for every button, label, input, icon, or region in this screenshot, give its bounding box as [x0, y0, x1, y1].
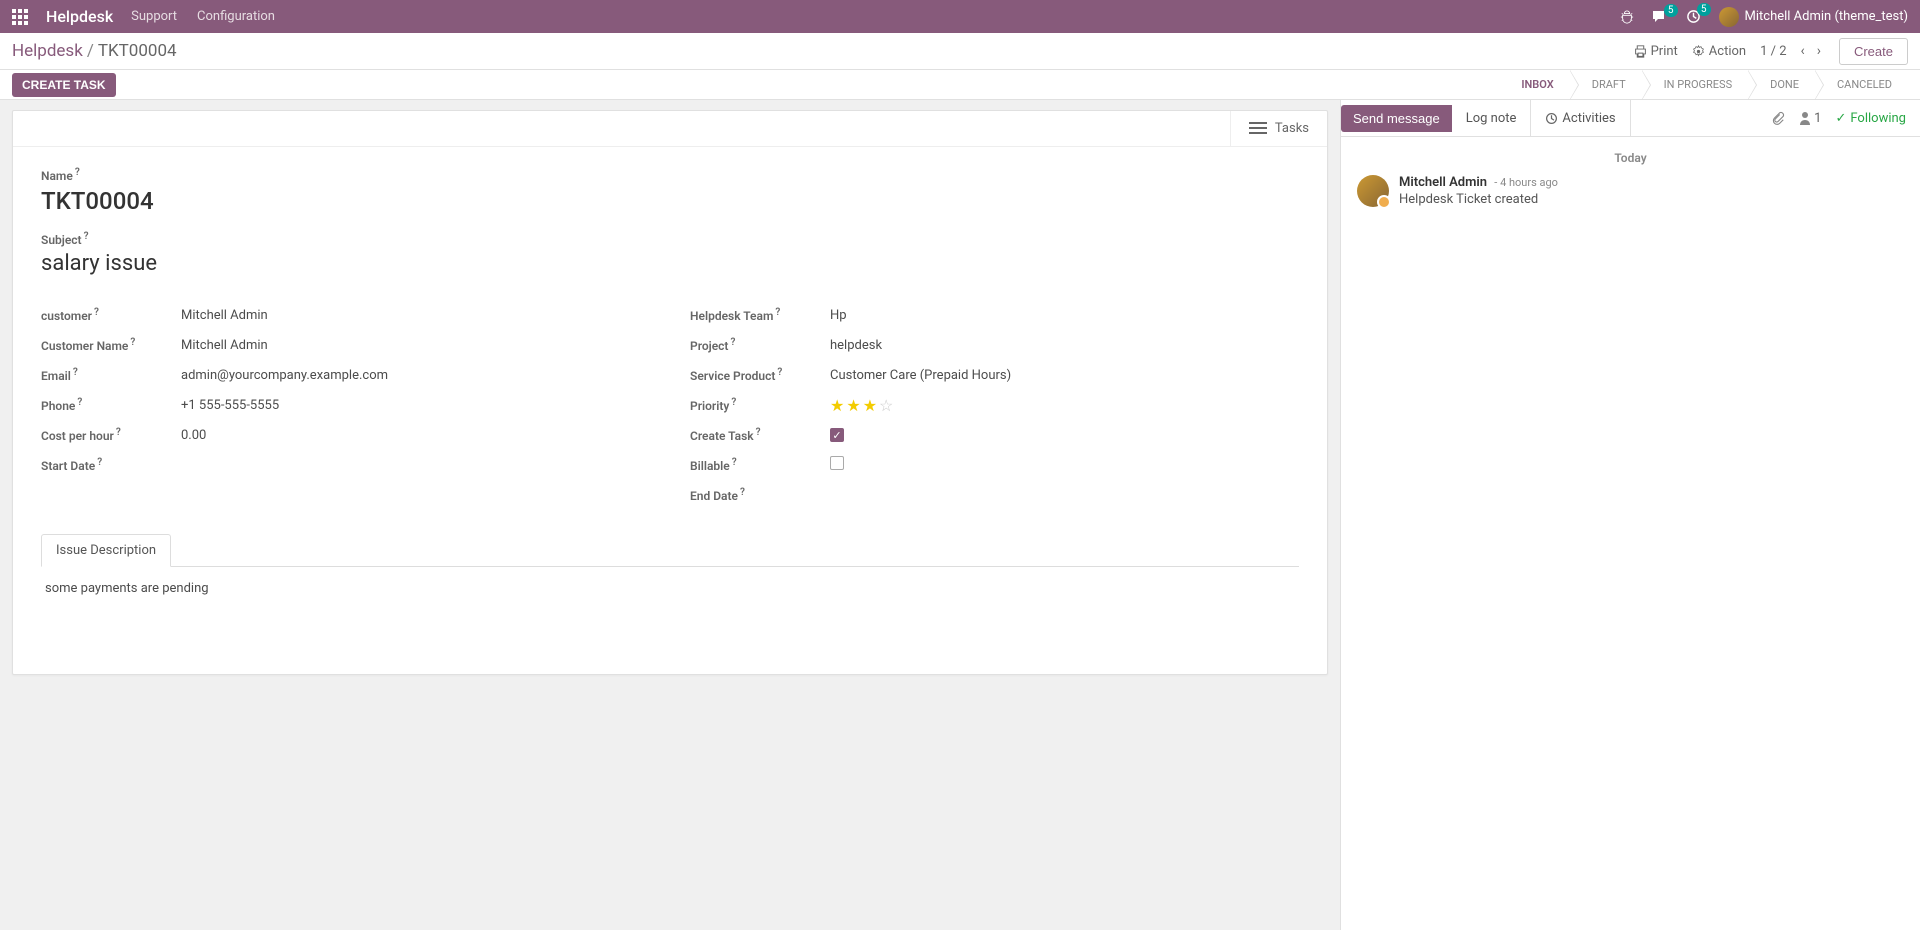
- followers-count[interactable]: 1: [1799, 111, 1821, 126]
- create-task-label: Create Task?: [690, 427, 830, 443]
- clock-icon[interactable]: 5: [1686, 9, 1701, 24]
- chat-badge: 5: [1664, 4, 1678, 17]
- name-label: Name?: [41, 167, 1299, 183]
- status-inbox[interactable]: INBOX: [1507, 70, 1569, 99]
- breadcrumb: Helpdesk/TKT00004: [12, 41, 177, 61]
- star-icon[interactable]: ★: [830, 396, 844, 415]
- print-button[interactable]: Print: [1634, 44, 1678, 59]
- billable-label: Billable?: [690, 457, 830, 473]
- apps-icon[interactable]: [12, 9, 28, 25]
- customer-label: customer?: [41, 307, 181, 323]
- pager-next[interactable]: ›: [1813, 41, 1825, 61]
- user-menu[interactable]: Mitchell Admin (theme_test): [1719, 7, 1909, 27]
- chat-icon[interactable]: 5: [1652, 10, 1668, 24]
- statusbar: INBOX DRAFT IN PROGRESS DONE CANCELED: [1507, 70, 1908, 99]
- status-canceled[interactable]: CANCELED: [1815, 70, 1908, 99]
- chatter: Send message Log note Activities 1 ✓ Fol…: [1340, 100, 1920, 930]
- billable-checkbox[interactable]: [830, 456, 844, 470]
- create-button[interactable]: Create: [1839, 38, 1908, 65]
- phone-value[interactable]: +1 555-555-5555: [181, 398, 279, 413]
- start-date-label: Start Date?: [41, 457, 181, 473]
- status-draft[interactable]: DRAFT: [1570, 70, 1642, 99]
- project-label: Project?: [690, 337, 830, 353]
- cost-value[interactable]: 0.00: [181, 428, 206, 443]
- service-label: Service Product?: [690, 367, 830, 383]
- breadcrumb-current: TKT00004: [98, 41, 177, 61]
- action-button[interactable]: Action: [1692, 44, 1746, 59]
- status-done[interactable]: DONE: [1748, 70, 1815, 99]
- attachment-icon[interactable]: [1771, 111, 1785, 125]
- nav-menu-configuration[interactable]: Configuration: [197, 9, 275, 24]
- log-note-button[interactable]: Log note: [1452, 100, 1531, 137]
- top-nav: Helpdesk Support Configuration 5 5 Mitch…: [0, 0, 1920, 33]
- breadcrumb-root[interactable]: Helpdesk: [12, 41, 83, 61]
- team-value[interactable]: Hp: [830, 308, 847, 323]
- send-message-button[interactable]: Send message: [1341, 105, 1452, 132]
- bug-icon[interactable]: [1620, 10, 1634, 24]
- chatter-date: Today: [1357, 151, 1904, 165]
- pager-prev[interactable]: ‹: [1797, 41, 1809, 61]
- customer-name-value[interactable]: Mitchell Admin: [181, 338, 268, 353]
- tasks-icon: [1249, 122, 1267, 136]
- email-value[interactable]: admin@yourcompany.example.com: [181, 368, 388, 383]
- issue-description-content[interactable]: some payments are pending: [41, 567, 1299, 646]
- star-icon[interactable]: ★: [846, 396, 860, 415]
- phone-label: Phone?: [41, 397, 181, 413]
- pager-text: 1 / 2: [1760, 44, 1786, 59]
- message-author[interactable]: Mitchell Admin: [1399, 175, 1487, 190]
- control-bar: Helpdesk/TKT00004 Print Action 1 / 2 ‹ ›…: [0, 33, 1920, 70]
- status-row: CREATE TASK INBOX DRAFT IN PROGRESS DONE…: [0, 70, 1920, 100]
- end-date-label: End Date?: [690, 487, 830, 503]
- project-value[interactable]: helpdesk: [830, 338, 882, 353]
- email-label: Email?: [41, 367, 181, 383]
- customer-value[interactable]: Mitchell Admin: [181, 308, 268, 323]
- nav-menu-support[interactable]: Support: [131, 9, 177, 24]
- priority-label: Priority?: [690, 397, 830, 413]
- avatar-icon: [1719, 7, 1739, 27]
- message: Mitchell Admin - 4 hours ago Helpdesk Ti…: [1357, 175, 1904, 207]
- user-name: Mitchell Admin (theme_test): [1745, 9, 1909, 24]
- star-icon[interactable]: ★: [863, 396, 877, 415]
- create-task-checkbox[interactable]: ✓: [830, 428, 844, 442]
- tab-issue-description[interactable]: Issue Description: [41, 534, 171, 567]
- create-task-button[interactable]: CREATE TASK: [12, 73, 116, 97]
- team-label: Helpdesk Team?: [690, 307, 830, 323]
- activities-button[interactable]: Activities: [1531, 100, 1629, 137]
- star-icon[interactable]: ☆: [879, 396, 893, 415]
- clock-badge: 5: [1697, 3, 1711, 16]
- message-time: - 4 hours ago: [1494, 176, 1558, 189]
- service-value[interactable]: Customer Care (Prepaid Hours): [830, 368, 1011, 383]
- following-button[interactable]: ✓ Following: [1835, 111, 1906, 126]
- subject-value[interactable]: salary issue: [41, 251, 1299, 276]
- tasks-stat-button[interactable]: Tasks: [1230, 111, 1327, 146]
- nav-brand[interactable]: Helpdesk: [46, 7, 113, 26]
- customer-name-label: Customer Name?: [41, 337, 181, 353]
- name-value[interactable]: TKT00004: [41, 187, 1299, 215]
- subject-label: Subject?: [41, 231, 1299, 247]
- message-text: Helpdesk Ticket created: [1399, 192, 1558, 207]
- status-progress[interactable]: IN PROGRESS: [1642, 70, 1748, 99]
- avatar-icon: [1357, 175, 1389, 207]
- cost-label: Cost per hour?: [41, 427, 181, 443]
- form-sheet: Tasks Name? TKT00004 Subject? salary iss…: [12, 110, 1328, 675]
- priority-stars[interactable]: ★ ★ ★ ☆: [830, 396, 893, 415]
- pager: 1 / 2 ‹ ›: [1760, 41, 1825, 61]
